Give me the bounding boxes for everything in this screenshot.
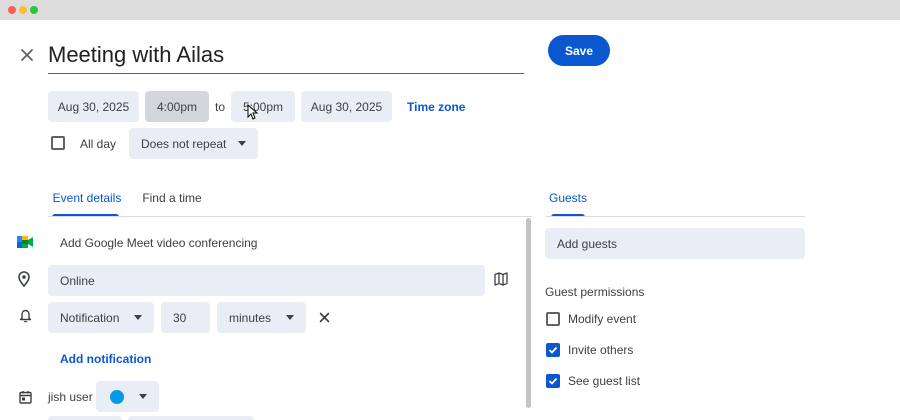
calendar-color-swatch: [110, 389, 124, 404]
modify-event-checkbox[interactable]: [546, 312, 560, 326]
remove-notification-button[interactable]: [315, 308, 333, 326]
notification-type-dropdown[interactable]: Notification: [48, 302, 154, 333]
window-titlebar: [0, 0, 900, 20]
all-day-label: All day: [80, 136, 117, 151]
end-time-chip[interactable]: 5:00pm: [231, 91, 295, 122]
minimize-window-icon[interactable]: [19, 6, 27, 14]
close-button[interactable]: [16, 44, 38, 66]
close-window-icon[interactable]: [8, 6, 16, 14]
repeat-dropdown[interactable]: Does not repeat: [129, 128, 258, 159]
mouse-cursor-icon: [247, 104, 258, 120]
google-meet-icon: [16, 233, 34, 251]
add-guests-input[interactable]: Add guests: [545, 228, 805, 259]
map-icon[interactable]: [492, 270, 510, 288]
event-title-input[interactable]: Meeting with Ailas: [48, 36, 524, 74]
guests-tabs-divider: [546, 216, 805, 217]
add-meet-link[interactable]: Add Google Meet video conferencing: [60, 233, 257, 253]
invite-others-label: Invite others: [568, 343, 634, 357]
notification-amount-value: 30: [173, 310, 187, 325]
partial-field: [48, 416, 122, 420]
tabs-divider: [48, 216, 532, 217]
calendar-owner-label: jish user: [48, 390, 93, 404]
start-time-chip[interactable]: 4:00pm: [145, 91, 209, 122]
chevron-down-icon: [238, 141, 246, 146]
location-input[interactable]: Online: [48, 265, 485, 296]
details-scrollbar[interactable]: [526, 218, 531, 408]
see-guest-list-checkbox[interactable]: [546, 374, 560, 388]
chevron-down-icon: [139, 394, 147, 399]
add-notification-link[interactable]: Add notification: [60, 349, 151, 369]
time-zone-link[interactable]: Time zone: [407, 91, 465, 122]
bell-icon: [16, 307, 34, 325]
guest-permissions-title: Guest permissions: [545, 285, 645, 299]
location-pin-icon: [15, 269, 33, 289]
close-icon: [21, 49, 33, 61]
calendar-icon: [16, 388, 34, 406]
see-guest-list-label: See guest list: [568, 374, 641, 388]
location-value: Online: [60, 273, 95, 288]
partial-field: [128, 416, 254, 420]
event-title-text: Meeting with Ailas: [48, 42, 225, 67]
chevron-down-icon: [286, 315, 294, 320]
notification-unit-dropdown[interactable]: minutes: [217, 302, 306, 333]
tab-find-a-time[interactable]: Find a time: [136, 178, 208, 218]
checkmark-icon: [548, 346, 558, 354]
chevron-down-icon: [134, 315, 142, 320]
add-guests-placeholder: Add guests: [557, 236, 618, 251]
modify-event-label: Modify event: [568, 312, 637, 326]
notification-amount-input[interactable]: 30: [161, 302, 210, 333]
close-icon: [319, 312, 329, 322]
end-date-chip[interactable]: Aug 30, 2025: [301, 91, 392, 122]
save-button[interactable]: Save: [548, 35, 610, 66]
maximize-window-icon[interactable]: [30, 6, 38, 14]
tab-event-details[interactable]: Event details: [48, 178, 126, 218]
tab-guests[interactable]: Guests: [546, 178, 590, 218]
start-date-chip[interactable]: Aug 30, 2025: [48, 91, 139, 122]
repeat-value: Does not repeat: [141, 136, 227, 151]
all-day-checkbox[interactable]: [51, 136, 65, 150]
checkmark-icon: [548, 377, 558, 385]
notification-unit-value: minutes: [229, 310, 272, 325]
notification-type-value: Notification: [60, 310, 120, 325]
calendar-color-dropdown[interactable]: [96, 381, 159, 412]
to-label: to: [215, 99, 226, 114]
invite-others-checkbox[interactable]: [546, 343, 560, 357]
